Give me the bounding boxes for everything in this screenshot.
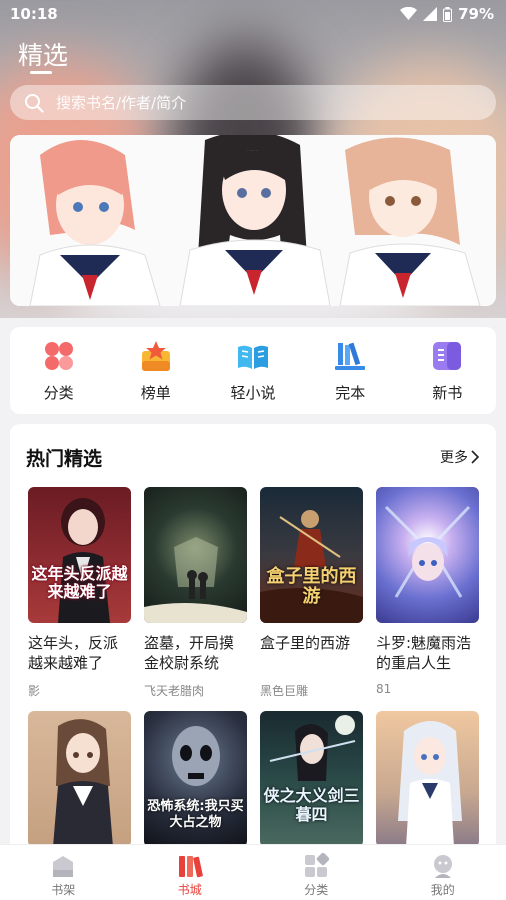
- hot-picks-section: 热门精选 更多 这年头反派越来越难了 这年头，反派越来越难了 影 盗墓，开局摸金…: [10, 424, 496, 900]
- bottom-nav: 书架 书城 分类 我的: [0, 844, 506, 900]
- profile-icon: [433, 855, 452, 878]
- battery-level: 79%: [458, 5, 494, 23]
- page-title[interactable]: 精选: [18, 36, 68, 72]
- book-card[interactable]: 盒子里的西游 盒子里的西游 黑色巨雕: [260, 487, 363, 699]
- book-author: 影: [28, 684, 41, 698]
- cover-title: 盒子里的西游: [266, 566, 357, 607]
- book-cover: [144, 487, 247, 623]
- book-title: 盗墓，开局摸金校尉系统: [144, 634, 235, 672]
- tab-category[interactable]: 分类: [253, 845, 380, 900]
- banner-carousel[interactable]: [10, 135, 496, 306]
- banner-image: [10, 135, 496, 306]
- book-title: 斗罗:魅魔雨浩的重启人生: [376, 634, 472, 672]
- quick-nav-category[interactable]: 分类: [10, 327, 107, 414]
- tab-label: 书城: [177, 883, 202, 897]
- light-novel-icon: [238, 345, 268, 369]
- quick-nav-ranking[interactable]: 榜单: [107, 327, 204, 414]
- wifi-icon: [400, 7, 418, 20]
- quick-nav-label: 分类: [43, 384, 74, 402]
- book-author: 81: [376, 682, 392, 696]
- search-input[interactable]: [56, 93, 456, 112]
- battery-icon: [443, 6, 453, 22]
- more-link[interactable]: 更多: [440, 447, 480, 467]
- quick-nav-label: 新书: [432, 384, 463, 402]
- book-author: 黑色巨雕: [260, 684, 309, 698]
- book-cover: [376, 711, 479, 847]
- cover-title: 侠之大义剑三暮四: [263, 786, 360, 824]
- search-bar[interactable]: [10, 85, 496, 120]
- search-icon: [25, 93, 44, 113]
- quick-nav-label: 轻小说: [230, 384, 276, 402]
- cover-title: 这年头反派越来越难了: [31, 564, 128, 601]
- status-time: 10:18: [10, 5, 58, 23]
- tab-profile[interactable]: 我的: [380, 845, 506, 900]
- status-bar: 10:18 79%: [0, 0, 506, 30]
- book-cover: 侠之大义剑三暮四: [260, 711, 363, 847]
- book-cover: 恐怖系统:我只买大占之物: [144, 711, 247, 847]
- new-book-icon: [433, 342, 462, 370]
- book-cover: [28, 711, 131, 847]
- tab-bookshelf[interactable]: 书架: [0, 845, 127, 900]
- book-author: 飞天老腊肉: [144, 684, 205, 698]
- completed-icon: [335, 342, 366, 370]
- book-cover: 盒子里的西游: [260, 487, 363, 623]
- signal-icon: [423, 7, 438, 21]
- book-title: 盒子里的西游: [260, 634, 351, 652]
- section-title: 热门精选: [26, 448, 103, 470]
- category-tab-icon: [305, 853, 330, 877]
- quick-nav-new-books[interactable]: 新书: [399, 327, 496, 414]
- book-cover: [376, 487, 479, 623]
- book-card[interactable]: 这年头反派越来越难了 这年头，反派越来越难了 影: [28, 487, 131, 699]
- book-card[interactable]: 斗罗:魅魔雨浩的重启人生 81: [376, 487, 479, 696]
- more-label: 更多: [440, 450, 468, 466]
- bookshelf-icon: [53, 856, 74, 877]
- book-cover: 这年头反派越来越难了: [28, 487, 131, 623]
- tab-label: 分类: [304, 883, 329, 897]
- quick-nav-label: 完本: [335, 384, 366, 402]
- ranking-icon: [141, 341, 170, 371]
- tab-label: 我的: [430, 883, 455, 897]
- chevron-right-icon: [471, 450, 480, 464]
- tab-label: 书架: [51, 883, 76, 897]
- quick-nav-completed[interactable]: 完本: [302, 327, 399, 414]
- book-title: 这年头，反派越来越难了: [28, 634, 119, 672]
- book-card[interactable]: 盗墓，开局摸金校尉系统 飞天老腊肉: [144, 487, 247, 699]
- quick-nav-light-novel[interactable]: 轻小说: [204, 327, 301, 414]
- tab-bookstore[interactable]: 书城: [127, 845, 254, 900]
- cover-title: 恐怖系统:我只买大占之物: [147, 799, 244, 830]
- quick-nav: 分类 榜单 轻小说 完本 新书: [10, 327, 496, 414]
- bookstore-icon: [178, 856, 203, 878]
- quick-nav-label: 榜单: [140, 384, 171, 402]
- category-icon: [44, 342, 73, 370]
- title-underline: [30, 71, 52, 74]
